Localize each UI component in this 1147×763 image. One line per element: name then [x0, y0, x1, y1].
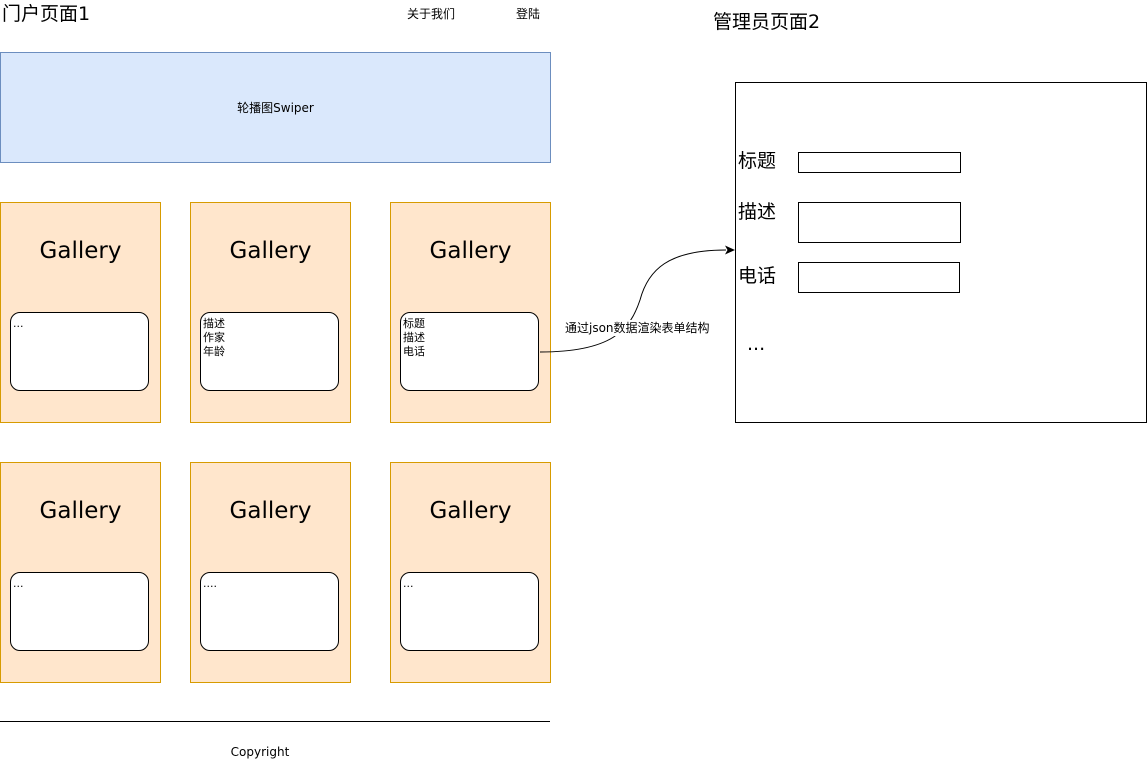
gallery-info-line: 作家 [203, 331, 225, 344]
swiper-label: 轮播图Swiper [237, 101, 314, 115]
form-more-ellipsis: ... [747, 333, 766, 355]
gallery-info-line: ... [13, 577, 24, 590]
gallery-info-line: 电话 [403, 345, 425, 358]
gallery-tile[interactable]: Gallery ... [390, 462, 551, 683]
arrow-head-icon [725, 245, 735, 255]
gallery-info-line: .... [203, 577, 217, 590]
gallery-title: Gallery [229, 238, 312, 264]
swiper-banner[interactable]: 轮播图Swiper [0, 52, 551, 163]
gallery-info-line: 年龄 [203, 345, 225, 358]
gallery-title: Gallery [39, 498, 122, 524]
form-input-title[interactable] [798, 152, 961, 173]
gallery-info-line: 描述 [403, 331, 425, 344]
gallery-tile[interactable]: Gallery ... [0, 462, 161, 683]
gallery-info-card: 描述 作家 年龄 [200, 312, 339, 391]
gallery-title: Gallery [39, 238, 122, 264]
form-input-description[interactable] [798, 202, 961, 243]
gallery-title: Gallery [429, 498, 512, 524]
gallery-info-line: ... [403, 577, 414, 590]
gallery-info-card: ... [10, 572, 149, 651]
connector-label: 通过json数据渲染表单结构 [565, 320, 710, 336]
gallery-info-card: ... [400, 572, 539, 651]
form-input-phone[interactable] [798, 262, 960, 293]
form-label-phone: 电话 [738, 265, 777, 287]
gallery-info-card: .... [200, 572, 339, 651]
gallery-title: Gallery [229, 498, 312, 524]
gallery-tile[interactable]: Gallery .... [190, 462, 351, 683]
gallery-info-line: 标题 [403, 317, 425, 330]
footer-divider [0, 721, 550, 722]
admin-form-frame [735, 82, 1147, 423]
nav-link-about-us[interactable]: 关于我们 [407, 6, 455, 22]
gallery-tile[interactable]: Gallery 标题 描述 电话 [390, 202, 551, 423]
admin-page-title: 管理员页面2 [713, 11, 821, 33]
gallery-tile[interactable]: Gallery ... [0, 202, 161, 423]
gallery-tile[interactable]: Gallery 描述 作家 年龄 [190, 202, 351, 423]
gallery-title: Gallery [429, 238, 512, 264]
form-label-title: 标题 [738, 150, 777, 172]
gallery-info-line: ... [13, 317, 24, 330]
gallery-info-line: 描述 [203, 317, 225, 330]
portal-page-title: 门户页面1 [2, 3, 91, 25]
gallery-info-card: ... [10, 312, 149, 391]
nav-link-login[interactable]: 登陆 [516, 6, 540, 22]
gallery-info-card: 标题 描述 电话 [400, 312, 539, 391]
footer-copyright: Copyright [230, 745, 290, 759]
connector-curve [539, 249, 727, 353]
form-label-description: 描述 [738, 201, 777, 223]
